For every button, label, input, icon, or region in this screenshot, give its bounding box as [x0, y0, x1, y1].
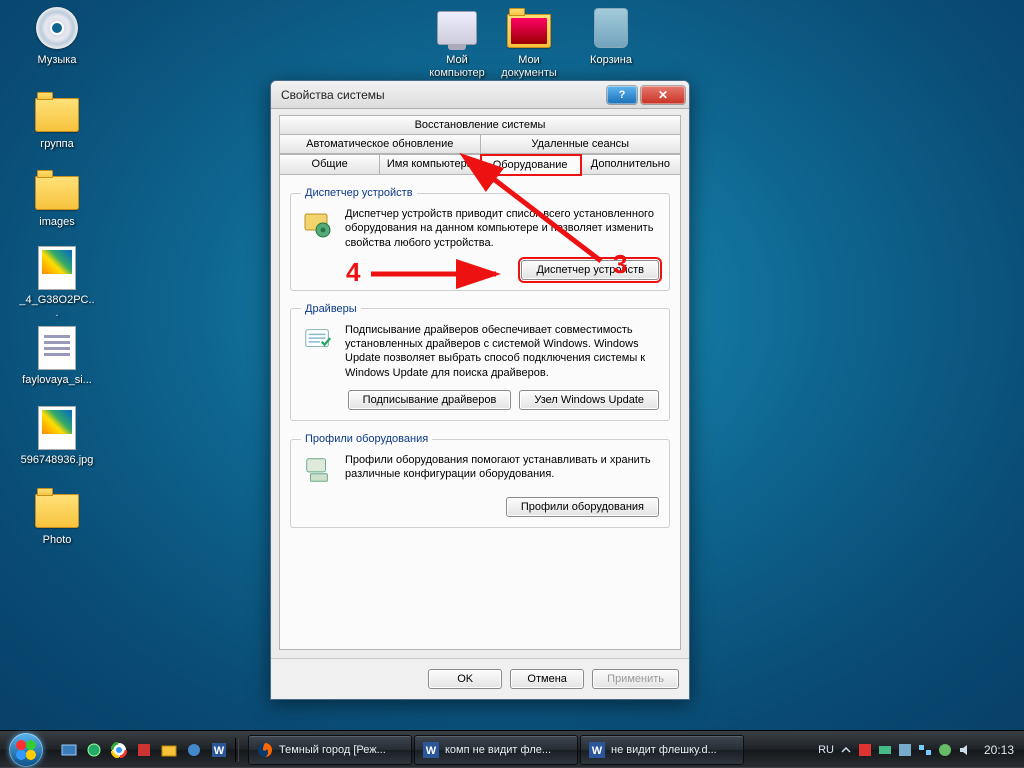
tab-автоматическое-обновление[interactable]: Автоматическое обновление — [280, 135, 481, 153]
folder-icon — [33, 88, 81, 136]
ql-icon[interactable] — [183, 739, 205, 761]
drivers-icon — [301, 323, 335, 357]
desktop-icon[interactable]: images — [18, 166, 96, 229]
group-legend: Профили оборудования — [301, 433, 432, 445]
taskbar-item-label: Темный город [Реж... — [279, 744, 386, 756]
icon-label: Мой компьютер — [418, 54, 496, 79]
taskbar-item[interactable]: Wне видит флешку.d... — [580, 735, 744, 765]
pc-icon — [433, 4, 481, 52]
windows-update-button[interactable]: Узел Windows Update — [519, 390, 659, 410]
driver-signing-button[interactable]: Подписывание драйверов — [348, 390, 512, 410]
group-legend: Драйверы — [301, 303, 361, 315]
apply-button[interactable]: Применить — [592, 669, 679, 689]
device-manager-group: Диспетчер устройств Диспетчер устройств … — [290, 187, 670, 291]
explorer-icon[interactable] — [158, 739, 180, 761]
tray-icon[interactable] — [858, 743, 872, 757]
taskbar-item-label: комп не видит фле... — [445, 744, 551, 756]
desktop-icon[interactable]: faylovaya_si... — [18, 324, 96, 387]
dialog-button-row: OK Отмена Применить — [271, 658, 689, 699]
taskbar: W Темный город [Реж... Wкомп не видит фле… — [0, 730, 1024, 768]
tab-оборудование[interactable]: Оборудование — [481, 155, 581, 175]
icon-label: группа — [18, 138, 96, 151]
tab-дополнительно[interactable]: Дополнительно — [581, 154, 680, 174]
desktop-icon[interactable]: Мой компьютер — [418, 4, 496, 79]
tab-удаленные-сеансы[interactable]: Удаленные сеансы — [481, 135, 681, 153]
close-button[interactable]: ✕ — [641, 86, 685, 104]
word-icon[interactable]: W — [208, 739, 230, 761]
tab-page-hardware: Диспетчер устройств Диспетчер устройств … — [279, 175, 681, 650]
desktop-icon[interactable]: Мои документы — [490, 4, 568, 79]
icon-label: Музыка — [18, 54, 96, 67]
separator — [235, 738, 239, 762]
cancel-button[interactable]: Отмена — [510, 669, 584, 689]
folder-icon — [33, 484, 81, 532]
icon-label: Photo — [18, 534, 96, 547]
desktop-icon[interactable]: _4_G38O2PC... — [18, 244, 96, 319]
desktop-icon[interactable]: Музыка — [18, 4, 96, 67]
cd-icon — [33, 4, 81, 52]
bin-icon — [587, 4, 635, 52]
ok-button[interactable]: OK — [428, 669, 502, 689]
network-icon[interactable] — [918, 743, 932, 757]
desktop-icon[interactable]: группа — [18, 88, 96, 151]
tray-icon[interactable] — [938, 743, 952, 757]
ql-icon[interactable] — [83, 739, 105, 761]
chrome-icon[interactable] — [108, 739, 130, 761]
desktop-icon[interactable]: Photo — [18, 484, 96, 547]
start-button[interactable] — [0, 732, 52, 768]
firefox-icon — [257, 742, 273, 758]
titlebar[interactable]: Свойства системы ? ✕ — [271, 81, 689, 109]
svg-text:W: W — [426, 745, 437, 757]
tab-восстановление-системы[interactable]: Восстановление системы — [280, 116, 680, 134]
group-text: Диспетчер устройств приводит список всег… — [345, 207, 659, 250]
jpg-icon — [33, 404, 81, 452]
show-desktop-icon[interactable] — [58, 739, 80, 761]
hardware-profiles-icon — [301, 453, 335, 487]
windows-orb-icon — [9, 733, 43, 767]
svg-text:W: W — [214, 745, 225, 757]
volume-icon[interactable] — [958, 743, 972, 757]
device-manager-button[interactable]: Диспетчер устройств — [521, 260, 659, 280]
taskbar-item-label: не видит флешку.d... — [611, 744, 717, 756]
desktop-icon[interactable]: 596748936.jpg — [18, 404, 96, 467]
folder-red-icon — [505, 4, 553, 52]
taskbar-item[interactable]: Темный город [Реж... — [248, 735, 412, 765]
icon-label: _4_G38O2PC... — [18, 294, 96, 319]
svg-text:W: W — [592, 745, 603, 757]
word-icon: W — [589, 742, 605, 758]
language-indicator[interactable]: RU — [818, 744, 834, 756]
tray-icon[interactable] — [898, 743, 912, 757]
tab-общие[interactable]: Общие — [280, 154, 380, 174]
group-text: Профили оборудования помогают устанавлив… — [345, 453, 659, 487]
hardware-profiles-group: Профили оборудования Профили оборудовани… — [290, 433, 670, 528]
icon-label: 596748936.jpg — [18, 454, 96, 467]
device-manager-icon — [301, 207, 335, 241]
tab-имя-компьютера[interactable]: Имя компьютера — [380, 154, 480, 174]
icon-label: images — [18, 216, 96, 229]
icon-label: Мои документы — [490, 54, 568, 79]
tab-strip: Восстановление системы Автоматическое об… — [279, 115, 681, 175]
clock[interactable]: 20:13 — [978, 743, 1014, 757]
icon-label: faylovaya_si... — [18, 374, 96, 387]
window-title: Свойства системы — [281, 88, 603, 102]
drivers-group: Драйверы Подписывание драйверов обеспечи… — [290, 303, 670, 421]
window-body: Восстановление системы Автоматическое об… — [271, 109, 689, 658]
group-text: Подписывание драйверов обеспечивает совм… — [345, 323, 659, 380]
ql-icon[interactable] — [133, 739, 155, 761]
hardware-profiles-button[interactable]: Профили оборудования — [506, 497, 659, 517]
icon-label: Корзина — [572, 54, 650, 67]
tray-icon[interactable] — [878, 743, 892, 757]
jpg-icon — [33, 244, 81, 292]
quick-launch: W — [52, 738, 247, 762]
system-tray: RU 20:13 — [818, 743, 1018, 757]
help-button[interactable]: ? — [607, 86, 637, 104]
desktop-icon[interactable]: Корзина — [572, 4, 650, 67]
folder-icon — [33, 166, 81, 214]
taskbar-item[interactable]: Wкомп не видит фле... — [414, 735, 578, 765]
group-legend: Диспетчер устройств — [301, 187, 417, 199]
system-properties-window: Свойства системы ? ✕ Восстановление сист… — [270, 80, 690, 700]
tray-expand-icon[interactable] — [840, 744, 852, 756]
word-icon: W — [423, 742, 439, 758]
txt-icon — [33, 324, 81, 372]
